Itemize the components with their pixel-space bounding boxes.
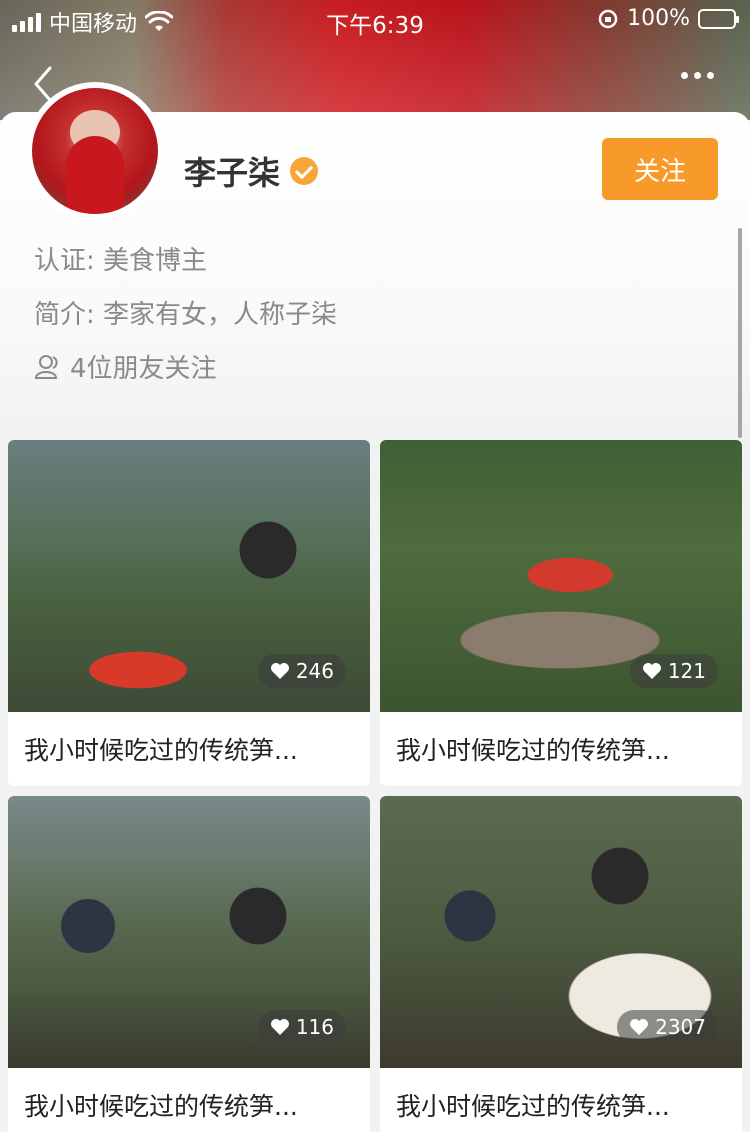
follow-button[interactable]: 关注: [602, 138, 718, 200]
bio-text: 简介: 李家有女，人称子柒: [34, 300, 338, 330]
video-thumbnail[interactable]: 116: [8, 796, 370, 1068]
battery-percent: 100%: [627, 6, 690, 31]
video-caption: 我小时候吃过的传统笋...: [396, 1092, 670, 1121]
heart-icon: [630, 1019, 649, 1035]
person-icon: [34, 354, 58, 379]
likes-badge: 2307: [617, 1010, 718, 1044]
verified-badge-icon: [290, 157, 319, 185]
video-card[interactable]: 2307 我小时候吃过的传统笋...: [380, 796, 742, 1132]
likes-count: 246: [295, 659, 334, 683]
more-icon[interactable]: [681, 72, 714, 79]
likes-count: 116: [295, 1015, 334, 1039]
friends-following-text: 4位朋友关注: [70, 354, 217, 384]
profile-name: 李子柒: [184, 154, 281, 192]
video-thumbnail[interactable]: 246: [8, 440, 370, 712]
likes-count: 2307: [655, 1015, 706, 1039]
video-card[interactable]: 121 我小时候吃过的传统笋...: [380, 440, 742, 786]
heart-icon: [270, 1019, 289, 1035]
status-bar: 中国移动 下午6:39 100%: [0, 0, 750, 40]
video-card[interactable]: 246 我小时候吃过的传统笋...: [8, 440, 370, 786]
certification-text: 认证: 美食博主: [34, 246, 208, 276]
battery-icon: [698, 8, 739, 29]
video-caption: 我小时候吃过的传统笋...: [24, 1092, 298, 1121]
likes-count: 121: [667, 659, 706, 683]
video-caption: 我小时候吃过的传统笋...: [24, 736, 298, 765]
scrollbar[interactable]: [738, 228, 742, 438]
video-caption: 我小时候吃过的传统笋...: [396, 736, 670, 765]
rotation-lock-icon: [598, 9, 618, 28]
heart-icon: [642, 663, 661, 679]
likes-badge: 246: [257, 654, 346, 688]
video-thumbnail[interactable]: 2307: [380, 796, 742, 1068]
likes-badge: 121: [629, 654, 718, 688]
likes-badge: 116: [257, 1010, 346, 1044]
profile-name-row: 李子柒: [184, 148, 319, 194]
video-thumbnail[interactable]: 121: [380, 440, 742, 712]
friends-following-row[interactable]: 4位朋友关注: [34, 348, 217, 385]
video-card[interactable]: 116 我小时候吃过的传统笋...: [8, 796, 370, 1132]
avatar[interactable]: [26, 82, 164, 220]
heart-icon: [270, 663, 289, 679]
